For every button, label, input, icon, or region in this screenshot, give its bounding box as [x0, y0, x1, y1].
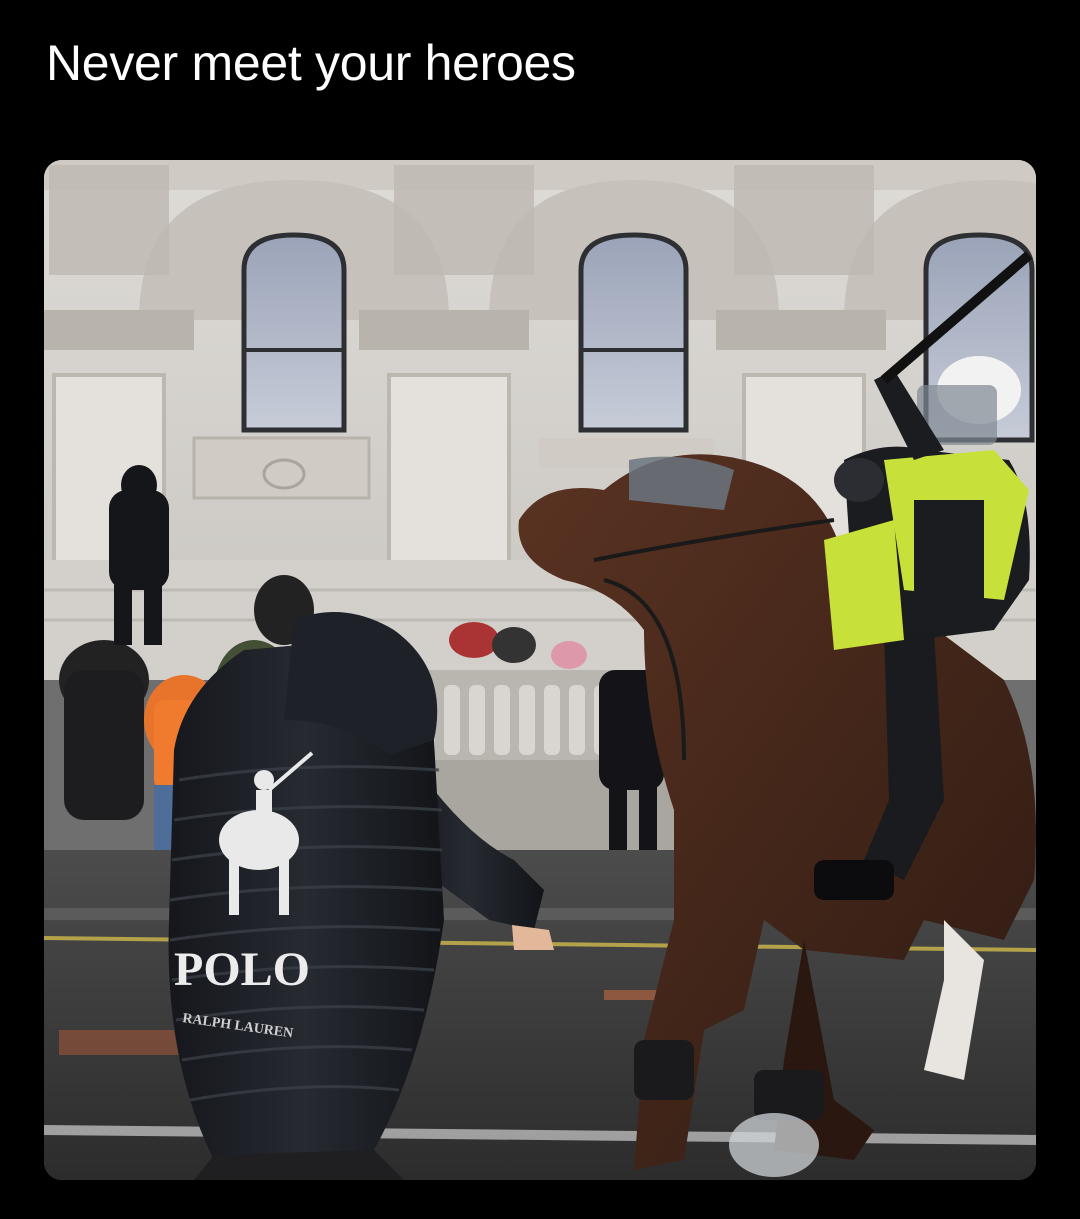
post-caption: Never meet your heroes: [46, 35, 576, 91]
meme-photo: POLO RALPH LAUREN: [44, 160, 1036, 1180]
polo-logo-text: POLO: [174, 943, 310, 996]
